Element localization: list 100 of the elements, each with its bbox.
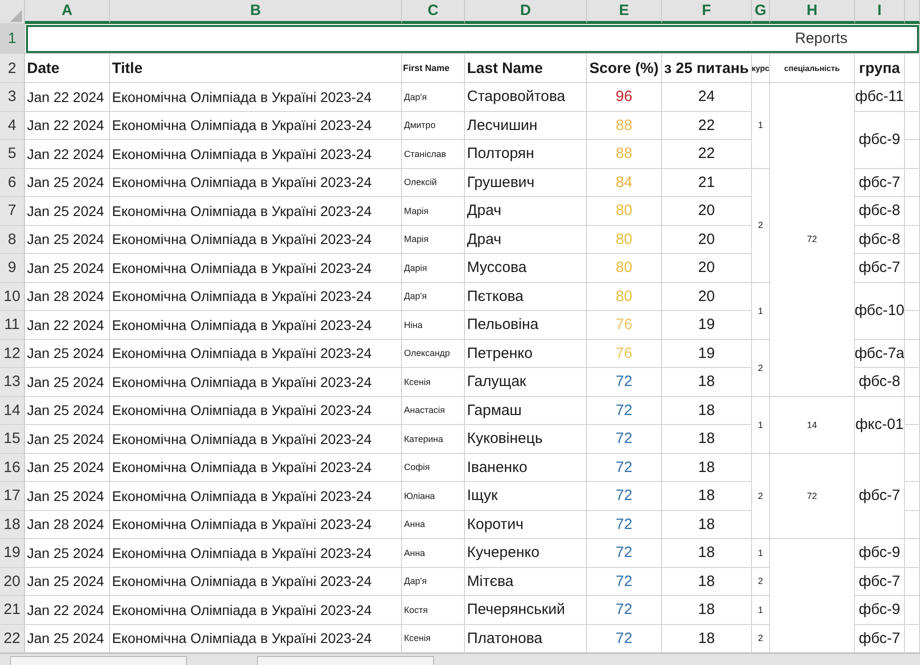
column-header[interactable]: I bbox=[855, 0, 905, 24]
table-cell: 72 bbox=[770, 83, 855, 396]
table-cell: Економічна Олімпіада в Україні 2023-24 bbox=[110, 368, 402, 396]
empty-cell bbox=[905, 425, 920, 454]
row-header[interactable]: 14 bbox=[0, 396, 25, 425]
table-cell: Ніна bbox=[402, 311, 465, 340]
table-cell: 80 bbox=[587, 226, 662, 254]
row-header[interactable]: 21 bbox=[0, 596, 25, 624]
row-header[interactable]: 20 bbox=[0, 568, 25, 596]
row-header[interactable]: 13 bbox=[0, 368, 25, 396]
column-header bbox=[905, 0, 920, 24]
column-header[interactable]: B bbox=[110, 0, 402, 24]
table-cell: Jan 25 2024 bbox=[25, 482, 110, 510]
table-cell: Економічна Олімпіада в Україні 2023-24 bbox=[110, 282, 402, 311]
table-cell: 18 bbox=[662, 539, 752, 568]
row-header[interactable]: 2 bbox=[0, 54, 25, 83]
table-cell: Грушевич bbox=[465, 168, 587, 197]
table-cell: Дар'я bbox=[402, 568, 465, 596]
empty-cell bbox=[905, 254, 920, 282]
table-cell: 84 bbox=[587, 168, 662, 197]
sheet-tab[interactable] bbox=[257, 656, 434, 665]
row-header[interactable]: 12 bbox=[0, 340, 25, 368]
row-header[interactable]: 10 bbox=[0, 282, 25, 311]
table-cell: 18 bbox=[662, 368, 752, 396]
table-cell: 88 bbox=[587, 112, 662, 140]
table-cell: 72 bbox=[587, 454, 662, 482]
column-header[interactable]: F bbox=[662, 0, 752, 24]
column-header[interactable]: E bbox=[587, 0, 662, 24]
table-cell: Jan 25 2024 bbox=[25, 197, 110, 226]
table-cell: Jan 25 2024 bbox=[25, 368, 110, 396]
table-cell: Економічна Олімпіада в Україні 2023-24 bbox=[110, 226, 402, 254]
table-cell: фкс-01 bbox=[855, 396, 905, 454]
table-cell: Коротич bbox=[465, 510, 587, 539]
row-header[interactable]: 8 bbox=[0, 226, 25, 254]
table-cell: 1 bbox=[752, 596, 770, 624]
row-header[interactable]: 11 bbox=[0, 311, 25, 340]
column-header[interactable]: D bbox=[465, 0, 587, 24]
row-header[interactable]: 16 bbox=[0, 454, 25, 482]
table-cell: Юліана bbox=[402, 482, 465, 510]
table-cell: фбс-8 bbox=[855, 226, 905, 254]
row-header[interactable]: 1 bbox=[0, 24, 25, 54]
table-cell: Jan 25 2024 bbox=[25, 568, 110, 596]
row-header[interactable]: 22 bbox=[0, 624, 25, 653]
column-heading: Last Name bbox=[465, 54, 587, 83]
column-heading: First Name bbox=[402, 54, 465, 83]
table-cell: 80 bbox=[587, 197, 662, 226]
table-cell: 96 bbox=[587, 83, 662, 112]
sheet-tab[interactable] bbox=[10, 656, 187, 665]
table-cell: Мітєва bbox=[465, 568, 587, 596]
table-cell: 18 bbox=[662, 510, 752, 539]
row-header[interactable]: 5 bbox=[0, 140, 25, 168]
row-header[interactable]: 4 bbox=[0, 112, 25, 140]
table-cell: Jan 25 2024 bbox=[25, 539, 110, 568]
row-header[interactable]: 19 bbox=[0, 539, 25, 568]
empty-cell bbox=[905, 226, 920, 254]
table-cell: фбс-11 bbox=[855, 83, 905, 112]
table-cell: 18 bbox=[662, 454, 752, 482]
row-header[interactable]: 17 bbox=[0, 482, 25, 510]
row-header[interactable]: 6 bbox=[0, 168, 25, 197]
row-header[interactable]: 9 bbox=[0, 254, 25, 282]
row-header[interactable]: 3 bbox=[0, 83, 25, 112]
table-cell: фбс-7 bbox=[855, 254, 905, 282]
column-header[interactable]: H bbox=[770, 0, 855, 24]
column-header[interactable]: A bbox=[25, 0, 110, 24]
empty-cell bbox=[905, 140, 920, 168]
select-all-icon[interactable] bbox=[10, 10, 22, 22]
empty-cell bbox=[905, 54, 920, 83]
table-cell: Станіслав bbox=[402, 140, 465, 168]
table-cell: Куковінець bbox=[465, 425, 587, 454]
table-cell: 14 bbox=[770, 396, 855, 454]
column-header[interactable]: G bbox=[752, 0, 770, 24]
table-cell: фбс-8 bbox=[855, 197, 905, 226]
table-cell: 20 bbox=[662, 226, 752, 254]
table-cell: Jan 22 2024 bbox=[25, 112, 110, 140]
empty-cell bbox=[905, 539, 920, 568]
table-cell: Економічна Олімпіада в Україні 2023-24 bbox=[110, 396, 402, 425]
table-cell: Jan 25 2024 bbox=[25, 226, 110, 254]
table-cell: 22 bbox=[662, 140, 752, 168]
empty-cell bbox=[905, 112, 920, 140]
row-header[interactable]: 7 bbox=[0, 197, 25, 226]
empty-cell bbox=[905, 197, 920, 226]
table-cell: Пельовіна bbox=[465, 311, 587, 340]
empty-cell bbox=[905, 454, 920, 482]
table-cell: 72 bbox=[587, 482, 662, 510]
table-cell: Дар'я bbox=[402, 282, 465, 311]
table-cell: Економічна Олімпіада в Україні 2023-24 bbox=[110, 83, 402, 112]
table-cell: Економічна Олімпіада в Україні 2023-24 bbox=[110, 510, 402, 539]
table-cell: фбс-9 bbox=[855, 112, 905, 168]
table-cell: Дарія bbox=[402, 254, 465, 282]
empty-cell bbox=[905, 282, 920, 311]
table-cell: Jan 25 2024 bbox=[25, 168, 110, 197]
row-header[interactable]: 15 bbox=[0, 425, 25, 454]
row-header[interactable]: 18 bbox=[0, 510, 25, 539]
table-cell: Jan 25 2024 bbox=[25, 396, 110, 425]
table-cell: 76 bbox=[587, 340, 662, 368]
table-cell: Іваненко bbox=[465, 454, 587, 482]
empty-cell bbox=[905, 568, 920, 596]
column-heading: спеціальність bbox=[770, 54, 855, 83]
column-header[interactable]: C bbox=[402, 0, 465, 24]
table-cell: фбс-9 bbox=[855, 596, 905, 624]
